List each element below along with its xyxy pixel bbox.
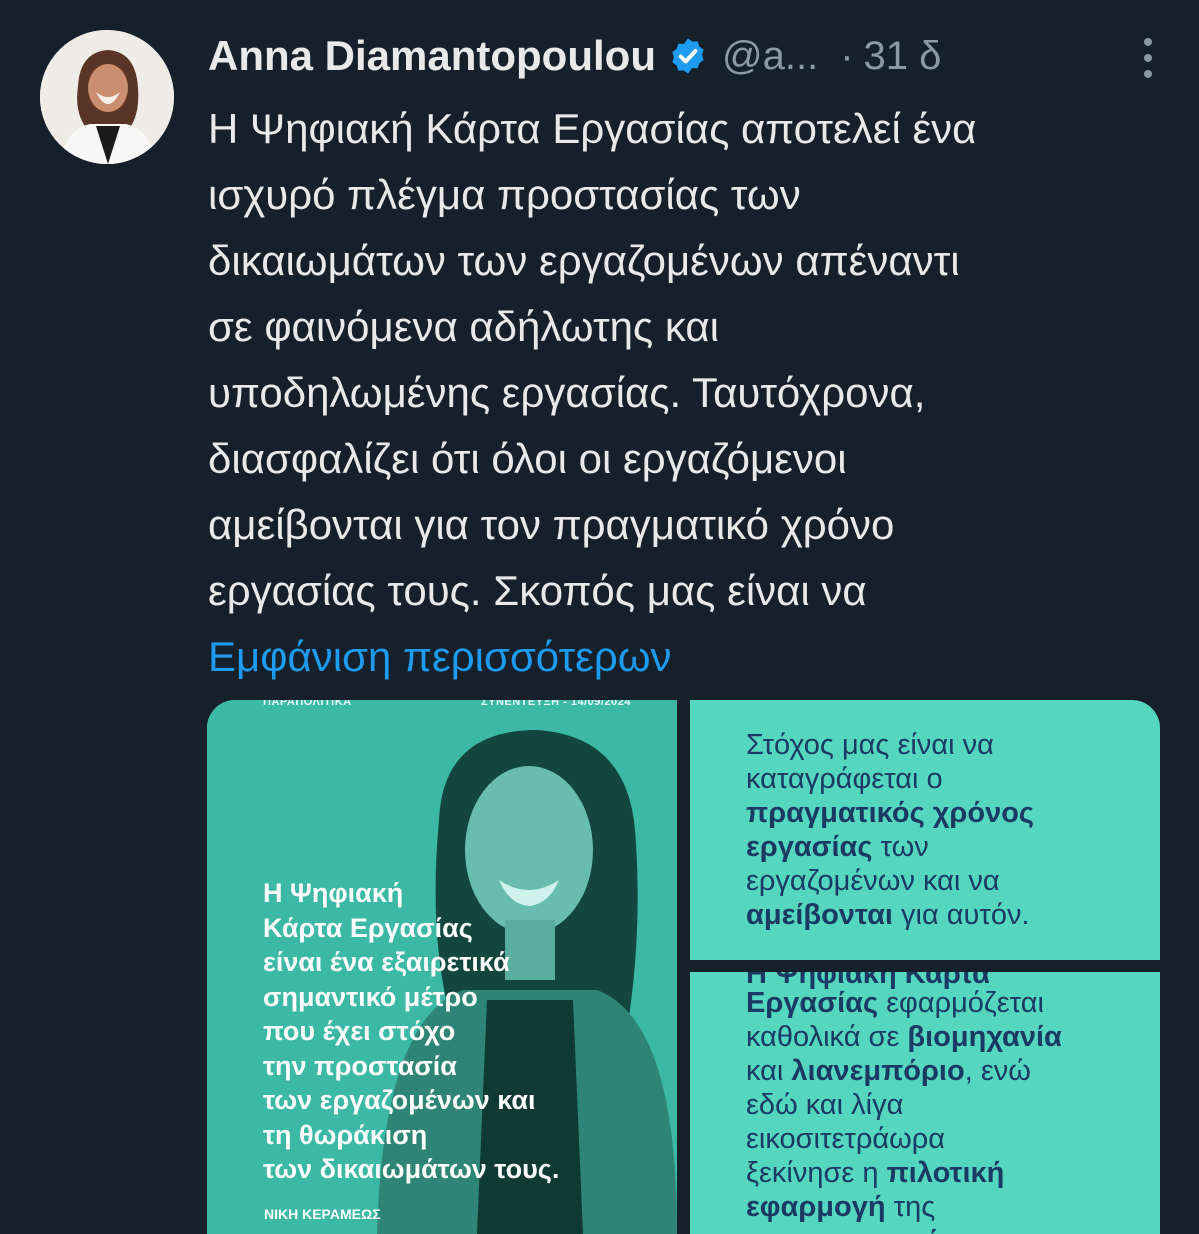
quote-line: Κάρτα Εργασίας [263, 912, 473, 943]
card-text-segment: εδώ και λίγα [746, 1089, 904, 1121]
quote-line: είναι ένα εξαιρετικά [263, 947, 510, 977]
tweet-text-line: Η Ψηφιακή Κάρτα Εργασίας αποτελεί ένα [208, 105, 977, 152]
card-text-segment: , ενώ [964, 1055, 1031, 1087]
author-avatar[interactable] [40, 30, 174, 164]
card-bold-segment: πραγματικός χρόνος [746, 797, 1035, 829]
card-text-segment: Στόχος μας είναι να [746, 729, 994, 761]
verified-badge-icon [672, 38, 704, 74]
quote-author: ΝΙΚΗ ΚΕΡΑΜΕΩΣ [264, 1206, 381, 1222]
quote-line: που έχει στόχο [263, 1016, 456, 1046]
card-text-segment: της [885, 1191, 936, 1223]
card-text-segment: καθολικά σε [746, 1021, 908, 1053]
card-text-segment: εφαρμόζεται [878, 987, 1044, 1019]
interview-date: ΣΥΝΕΝΤΕΥΞΗ - 14/09/2024 [481, 700, 631, 708]
quote-line: σημαντικό μέτρο [263, 981, 478, 1012]
card-text: Στόχος μας είναι να καταγράφεται ο πραγμ… [746, 728, 1146, 932]
card-text-segment: και [942, 1225, 987, 1234]
tweet-text-line: διασφαλίζει ότι όλοι οι εργαζόμενοι [208, 435, 847, 482]
media-image-3[interactable]: Η Ψηφιακή Κάρτα Εργασίας εφαρμόζεται καθ… [690, 972, 1160, 1234]
card-bold-segment: βιομηχανία [907, 1021, 1062, 1053]
media-image-2[interactable]: Στόχος μας είναι να καταγράφεται ο πραγμ… [690, 700, 1160, 960]
tweet-text-line: αμείβονται για τον πραγματικό χρόνο [208, 501, 895, 548]
tweet-text-line: εργασίας τους. Σκοπός μας είναι να [208, 567, 867, 614]
more-options-icon[interactable] [1141, 36, 1155, 80]
card-bold-segment: εργασίας [746, 831, 873, 863]
tweet-text-line: δικαιωμάτων των εργαζομένων απέναντι [208, 237, 960, 284]
author-name[interactable]: Anna Diamantopoulou [208, 32, 656, 80]
card-text-segment: των [872, 831, 929, 863]
card-text: Εργασίας εφαρμόζεται καθολικά σε βιομηχα… [746, 986, 1146, 1234]
quote-line: των δικαιωμάτων τους. [263, 1154, 560, 1184]
card-bold-segment: εφαρμογή [746, 1191, 886, 1223]
tweet-timestamp[interactable]: 31 δ [864, 34, 942, 79]
quote-line: των εργαζομένων και [263, 1085, 536, 1115]
quote-text: Η Ψηφιακή Κάρτα Εργασίας είναι ένα εξαιρ… [263, 876, 677, 1187]
tweet-text-line: σε φαινόμενα αδήλωτης και [208, 303, 719, 350]
card-bold-segment: τουρισμό [814, 1225, 942, 1234]
card-text-segment: και [746, 1055, 792, 1087]
card-text-segment: στον [746, 1225, 814, 1234]
media-grid: ΠΑΡΑΠΟΛΙΤΙΚΑ ΣΥΝΕΝΤΕΥΞΗ - 14/09/2024 Η Ψ… [207, 700, 1160, 1234]
show-more-link[interactable]: Εμφάνιση περισσότερων [208, 624, 1168, 690]
card-text-segment: για αυτόν. [892, 899, 1030, 931]
quote-line: την προστασία [263, 1050, 457, 1081]
card-text-segment: ξεκίνησε η [746, 1157, 887, 1189]
source-label: ΠΑΡΑΠΟΛΙΤΙΚΑ [263, 700, 352, 708]
card-text-segment: καταγράφεται ο [746, 763, 943, 795]
card-bold-segment: πιλοτική [886, 1157, 1005, 1189]
tweet-header: Anna Diamantopoulou @a... · 31 δ [208, 26, 1179, 86]
separator-dot: · [840, 33, 854, 78]
quote-line: τη θωράκιση [263, 1119, 428, 1150]
avatar-photo [40, 30, 174, 164]
quote-line: Η Ψηφιακή [263, 878, 404, 908]
card-text-segment: εργαζομένων και να [746, 865, 1000, 897]
card-bold-segment: λιανεμπόριο [791, 1055, 965, 1087]
card-text-segment: εικοσιτετράωρα [746, 1123, 945, 1155]
tweet-text-line: υποδηλωμένης εργασίας. Ταυτόχρονα, [208, 369, 926, 416]
card-bold-segment: αμείβονται [746, 899, 893, 931]
tweet-text: Η Ψηφιακή Κάρτα Εργασίας αποτελεί ένα ισ… [208, 96, 1168, 690]
tweet-text-line: ισχυρό πλέγμα προστασίας των [208, 171, 801, 218]
author-handle[interactable]: @a... [722, 34, 818, 79]
card-bold-segment: Εργασίας [746, 987, 879, 1019]
media-image-1[interactable]: ΠΑΡΑΠΟΛΙΤΙΚΑ ΣΥΝΕΝΤΕΥΞΗ - 14/09/2024 Η Ψ… [207, 700, 677, 1234]
